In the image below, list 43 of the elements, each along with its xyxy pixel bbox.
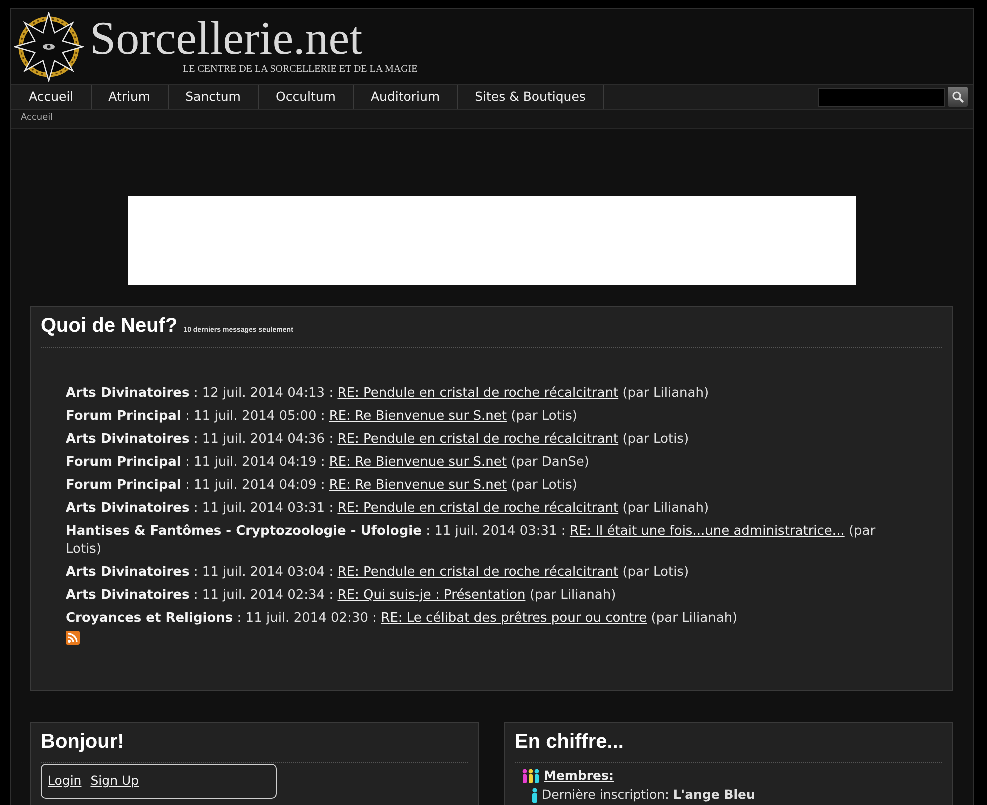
account-link[interactable]: Sign Up xyxy=(90,772,140,791)
panel-title: Quoi de Neuf? xyxy=(41,314,178,338)
person-icon xyxy=(532,788,538,803)
post-entry: Hantises & Fantômes - Cryptozoologie - Ufologie : 11 juil. 2014 03:31 : RE: Il était une fois...une administratrice... (par Lotis) xyxy=(66,523,877,559)
star-emblem-logo[interactable] xyxy=(14,12,84,82)
post-entry: Forum Principal : 11 juil. 2014 04:19 : RE: Re Bienvenue sur S.net (par DanSe) xyxy=(66,454,590,472)
site-tagline: LE CENTRE DE LA SORCELLERIE ET DE LA MAGIE xyxy=(183,64,418,76)
topic-link[interactable]: RE: Il était une fois...une administratrice... xyxy=(570,524,845,539)
people-icon xyxy=(522,769,540,784)
nav-tab[interactable]: Atrium xyxy=(92,85,169,109)
post-entry: Arts Divinatoires : 11 juil. 2014 03:31 : RE: Pendule en cristal de roche récalcitrant (par Lilianah) xyxy=(66,500,710,518)
post-entry: Croyances et Religions : 11 juil. 2014 02:30 : RE: Le célibat des prêtres pour ou contre (par Lilianah) xyxy=(66,610,739,628)
search-button[interactable] xyxy=(948,87,968,107)
post-entry: Arts Divinatoires : 11 juil. 2014 03:04 : RE: Pendule en cristal de roche récalcitrant (par Lotis) xyxy=(66,564,690,582)
post-entry: Forum Principal : 11 juil. 2014 04:09 : RE: Re Bienvenue sur S.net (par Lotis) xyxy=(66,477,578,495)
search-icon xyxy=(952,91,964,103)
topic-link[interactable]: RE: Pendule en cristal de roche récalcitrant xyxy=(338,565,619,580)
post-entry: Arts Divinatoires : 11 juil. 2014 02:34 : RE: Qui suis-je : Présentation (par Lilianah) xyxy=(66,587,618,605)
search-field[interactable] xyxy=(818,88,945,106)
account-link[interactable]: Login xyxy=(48,772,82,791)
site-title[interactable]: Sorcellerie.net xyxy=(90,14,418,64)
nav-tab[interactable]: Occultum xyxy=(258,85,354,109)
topic-link[interactable]: RE: Pendule en cristal de roche récalcitrant xyxy=(338,386,619,401)
topic-link[interactable]: RE: Qui suis-je : Présentation xyxy=(338,588,526,603)
rss-icon[interactable] xyxy=(66,631,80,645)
topic-link[interactable]: RE: Re Bienvenue sur S.net xyxy=(329,455,507,470)
post-entry: Forum Principal : 11 juil. 2014 05:00 : RE: Re Bienvenue sur S.net (par Lotis) xyxy=(66,408,578,426)
latest-member-text: Dernière inscription: L'ange Bleu xyxy=(542,786,756,804)
topic-link[interactable]: RE: Re Bienvenue sur S.net xyxy=(329,478,507,493)
panel-title: En chiffre... xyxy=(515,731,624,753)
panel-title: Bonjour! xyxy=(41,731,124,753)
topic-link[interactable]: RE: Pendule en cristal de roche récalcitrant xyxy=(338,432,619,447)
breadcrumb-link[interactable]: Accueil xyxy=(21,112,54,126)
nav-tab[interactable]: Accueil xyxy=(12,85,92,109)
post-entry: Arts Divinatoires : 11 juil. 2014 04:36 : RE: Pendule en cristal de roche récalcitrant (par Lotis) xyxy=(66,431,690,449)
nav-tab[interactable]: Sites & Boutiques xyxy=(458,85,604,109)
post-entry: Arts Divinatoires : 12 juil. 2014 04:13 : RE: Pendule en cristal de roche récalcitrant (par Lilianah) xyxy=(66,385,710,403)
topic-link[interactable]: RE: Pendule en cristal de roche récalcitrant xyxy=(338,501,619,516)
topic-link[interactable]: RE: Le célibat des prêtres pour ou contre xyxy=(381,611,648,626)
nav-tab[interactable]: Sanctum xyxy=(168,85,259,109)
nav-tab[interactable]: Auditorium xyxy=(354,85,458,109)
members-link[interactable]: Membres: xyxy=(544,767,614,786)
topic-link[interactable]: RE: Re Bienvenue sur S.net xyxy=(329,409,507,424)
